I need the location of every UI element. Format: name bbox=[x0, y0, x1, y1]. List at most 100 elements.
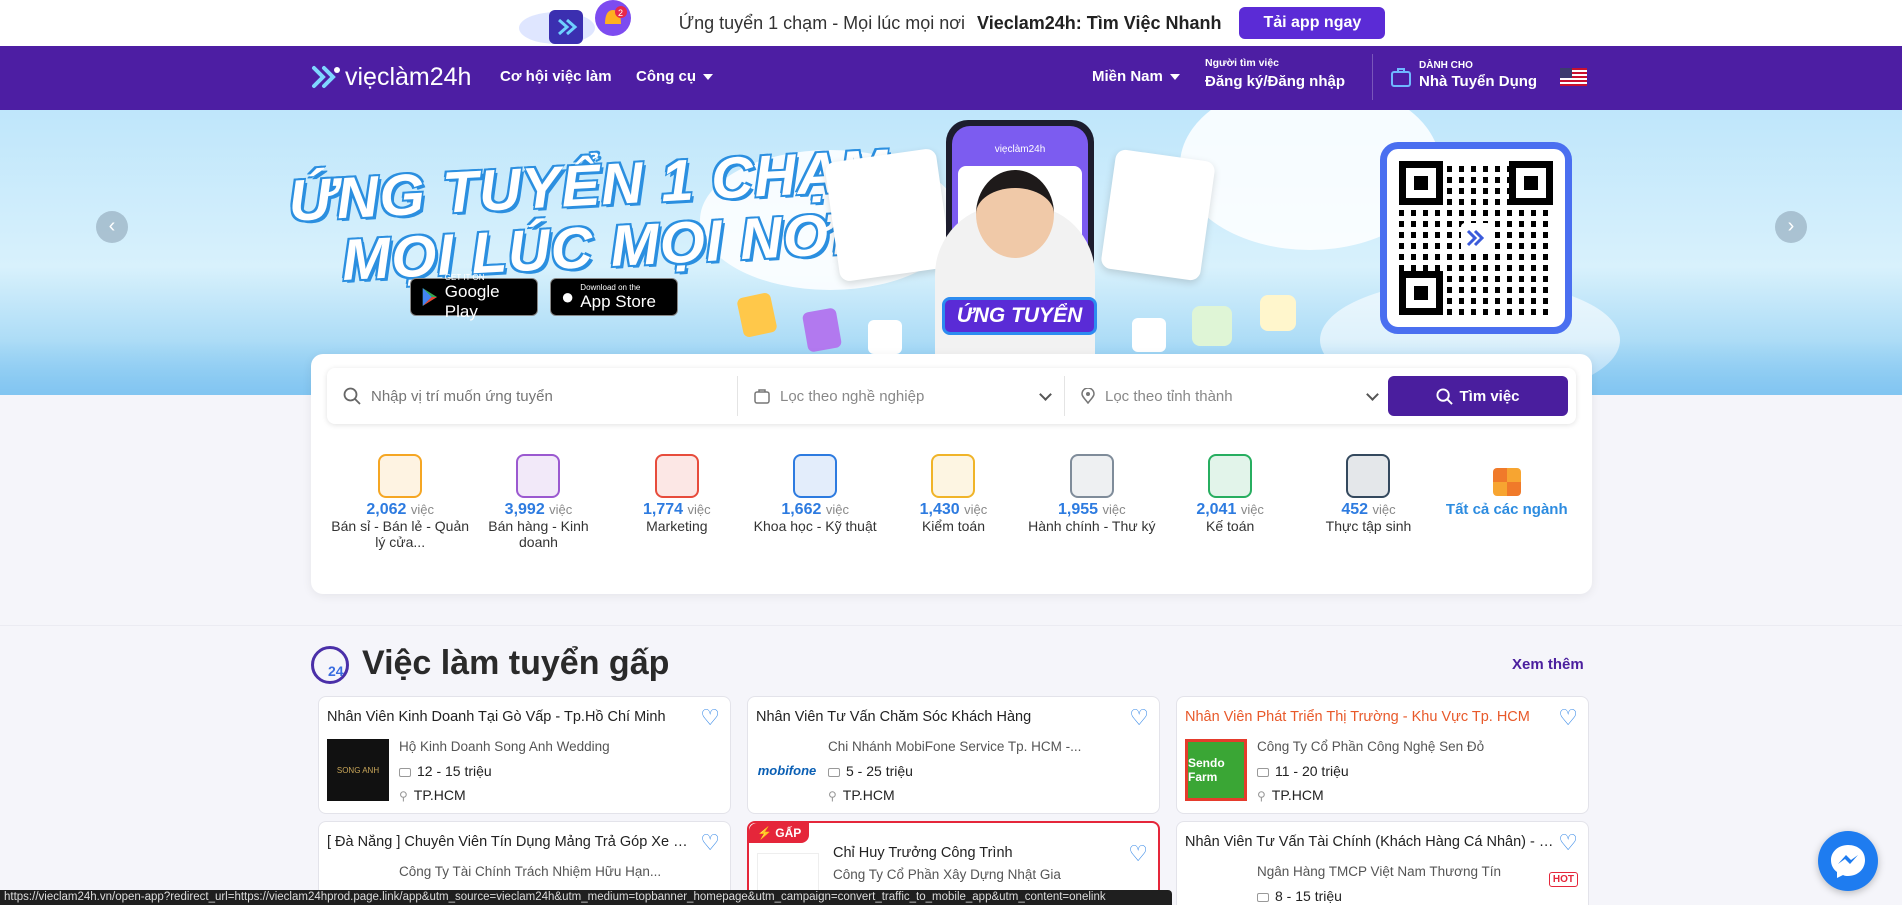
category-count: 3,992 việc bbox=[504, 501, 573, 518]
app-store-small: Download on the bbox=[580, 282, 641, 292]
us-flag-icon[interactable] bbox=[1560, 68, 1587, 86]
job-salary: 11 - 20 triệu bbox=[1257, 763, 1349, 779]
carousel-next-button[interactable]: › bbox=[1775, 211, 1807, 243]
company-name: Công Ty Cổ Phần Xây Dựng Nhật Gia bbox=[833, 867, 1061, 882]
view-more-link[interactable]: Xem thêm bbox=[1512, 656, 1584, 673]
site-logo[interactable]: viẹclàm24h bbox=[311, 62, 471, 92]
job-title[interactable]: Nhân Viên Kinh Doanh Tại Gò Vấp - Tp.Hồ … bbox=[327, 709, 697, 725]
tools-icon bbox=[1132, 318, 1166, 352]
money-icon bbox=[1257, 892, 1269, 902]
app-store-button[interactable]: ● Download on the App Store bbox=[550, 278, 678, 316]
nav-tools[interactable]: Công cụ bbox=[636, 68, 713, 85]
keyword-field[interactable] bbox=[327, 368, 737, 424]
job-card-decoration bbox=[1100, 148, 1216, 282]
megaphone-icon bbox=[654, 454, 699, 498]
location-filter[interactable]: Lọc theo tỉnh thành bbox=[1065, 368, 1391, 424]
job-location: ⚲ TP.HCM bbox=[828, 787, 895, 803]
company-name: Hộ Kinh Doanh Song Anh Wedding bbox=[399, 739, 610, 754]
job-title[interactable]: Nhân Viên Tư Vấn Chăm Sóc Khách Hàng bbox=[756, 709, 1126, 725]
save-job-heart-icon[interactable]: ♡ bbox=[1558, 830, 1578, 856]
category-count: 1,774 việc bbox=[643, 501, 711, 518]
nav-job-opportunities[interactable]: Cơ hội việc làm bbox=[500, 68, 612, 85]
category-name: Hành chính - Thư ký bbox=[1028, 518, 1156, 534]
tools-icon bbox=[793, 454, 838, 498]
category-item[interactable]: 1,774 việc Marketing bbox=[608, 454, 746, 550]
qr-code[interactable] bbox=[1380, 142, 1572, 334]
messenger-chat-button[interactable] bbox=[1818, 831, 1878, 891]
job-card[interactable]: Nhân Viên Tư Vấn Tài Chính (Khách Hàng C… bbox=[1176, 821, 1589, 905]
briefcase-icon bbox=[1390, 66, 1412, 93]
qr-finder bbox=[1399, 161, 1443, 205]
urgent-jobs-section: 24 Việc làm tuyển gấp Xem thêm Nhân Viên… bbox=[0, 625, 1902, 905]
job-title[interactable]: Nhân Viên Phát Triển Thị Trường - Khu Vự… bbox=[1185, 709, 1555, 725]
company-name: Công Ty Tài Chính Trách Nhiệm Hữu Hạn... bbox=[399, 864, 662, 879]
download-app-button[interactable]: Tải app ngay bbox=[1239, 7, 1386, 39]
save-job-heart-icon[interactable]: ♡ bbox=[700, 830, 720, 856]
save-job-heart-icon[interactable]: ♡ bbox=[1129, 705, 1149, 731]
job-title[interactable]: [ Đà Nẵng ] Chuyên Viên Tín Dụng Mảng Tr… bbox=[327, 834, 697, 850]
browser-status-url: https://vieclam24h.vn/open-app?redirect_… bbox=[0, 890, 1172, 905]
urgent-tag: ⚡ GẤP bbox=[749, 823, 810, 843]
search-button[interactable]: Tìm việc bbox=[1388, 376, 1568, 416]
search-bar: Lọc theo nghề nghiệp Lọc theo tỉnh thành… bbox=[327, 368, 1576, 424]
person-face bbox=[976, 170, 1054, 258]
seeker-login[interactable]: Người tìm việc Đăng ký/Đăng nhập bbox=[1205, 57, 1345, 90]
audit-magnifier-icon bbox=[931, 454, 976, 498]
category-item[interactable]: 1,662 việc Khoa học - Kỹ thuật bbox=[746, 454, 884, 550]
region-label: Miền Nam bbox=[1092, 68, 1163, 85]
bag-icon bbox=[736, 291, 778, 339]
money-icon bbox=[828, 767, 840, 777]
category-item[interactable]: 2,062 việc Bán sỉ - Bán lẻ - Quản lý cửa.… bbox=[331, 454, 469, 550]
carousel-prev-button[interactable]: ‹ bbox=[96, 211, 128, 243]
company-logo: SONG ANH bbox=[327, 739, 389, 801]
job-card[interactable]: Nhân Viên Tư Vấn Chăm Sóc Khách Hàng ♡ mob… bbox=[747, 696, 1160, 814]
job-card[interactable]: Nhân Viên Phát Triển Thị Trường - Khu Vự… bbox=[1176, 696, 1589, 814]
region-selector[interactable]: Miền Nam bbox=[1092, 68, 1180, 85]
category-item[interactable]: 1,955 việc Hành chính - Thư ký bbox=[1023, 454, 1161, 550]
money-icon bbox=[1257, 767, 1269, 777]
grid-icon bbox=[1492, 468, 1521, 496]
google-play-button[interactable]: GET IT ON Google Play bbox=[410, 273, 538, 321]
apple-icon: ● bbox=[561, 284, 575, 309]
career-filter[interactable]: Lọc theo nghề nghiệp bbox=[738, 368, 1064, 424]
qr-pattern bbox=[1399, 161, 1553, 315]
category-count: 2,041 việc bbox=[1196, 501, 1264, 518]
category-item[interactable]: 3,992 việc Bán hàng - Kinh doanh bbox=[469, 454, 607, 550]
category-name: Thực tập sinh bbox=[1325, 518, 1412, 534]
seeker-label: Người tìm việc bbox=[1205, 57, 1280, 69]
nav-divider bbox=[1372, 54, 1373, 100]
google-play-label: Google Play bbox=[444, 281, 500, 321]
hero-banner[interactable]: ỨNG TUYỂN 1 CHẠM MỌI LÚC MỌI NƠI GET IT … bbox=[0, 110, 1902, 395]
category-item[interactable]: 2,041 việc Kế toán bbox=[1161, 454, 1299, 550]
money-icon bbox=[399, 767, 411, 777]
audit-icon bbox=[1260, 295, 1296, 331]
nav-tools-label: Công cụ bbox=[636, 68, 696, 85]
sales-icon bbox=[801, 307, 843, 353]
phone-brand: viẹclàm24h bbox=[994, 144, 1046, 155]
category-name: Bán hàng - Kinh doanh bbox=[488, 518, 589, 550]
category-item[interactable]: 1,430 việc Kiểm toán bbox=[884, 454, 1022, 550]
job-card[interactable]: Nhân Viên Kinh Doanh Tại Gò Vấp - Tp.Hồ … bbox=[318, 696, 731, 814]
calculator-icon bbox=[1208, 454, 1253, 498]
category-item[interactable]: 452 việc Thực tập sinh bbox=[1299, 454, 1437, 550]
save-job-heart-icon[interactable]: ♡ bbox=[1128, 841, 1148, 867]
all-categories-link[interactable]: Tất cả các ngành bbox=[1438, 454, 1576, 550]
clock-24-icon: 24 bbox=[311, 646, 349, 684]
save-job-heart-icon[interactable]: ♡ bbox=[700, 705, 720, 731]
main-navbar: viẹclàm24h Cơ hội việc làm Công cụ Miền … bbox=[0, 46, 1902, 110]
calculator-icon bbox=[1192, 306, 1232, 346]
employer-action: Nhà Tuyển Dụng bbox=[1419, 73, 1538, 90]
seeker-login-link[interactable]: Đăng ký/Đăng nhập bbox=[1205, 73, 1345, 90]
company-name: Ngân Hàng TMCP Việt Nam Thương Tín bbox=[1257, 864, 1502, 879]
company-name: Chi Nhánh MobiFone Service Tp. HCM -... bbox=[828, 739, 1082, 754]
logo-text: viẹclàm24h bbox=[345, 62, 472, 91]
save-job-heart-icon[interactable]: ♡ bbox=[1558, 705, 1578, 731]
keyword-input[interactable] bbox=[371, 387, 701, 405]
location-pin-icon: ⚲ bbox=[399, 789, 408, 803]
job-title[interactable]: Nhân Viên Tư Vấn Tài Chính (Khách Hàng C… bbox=[1185, 834, 1555, 850]
job-location: ⚲ TP.HCM bbox=[1257, 787, 1324, 803]
employer-link[interactable]: DÀNH CHO Nhà Tuyển Dụng bbox=[1419, 60, 1537, 90]
category-name: Khoa học - Kỹ thuật bbox=[753, 518, 877, 534]
search-button-label: Tìm việc bbox=[1459, 387, 1520, 405]
location-filter-placeholder: Lọc theo tỉnh thành bbox=[1105, 387, 1233, 405]
